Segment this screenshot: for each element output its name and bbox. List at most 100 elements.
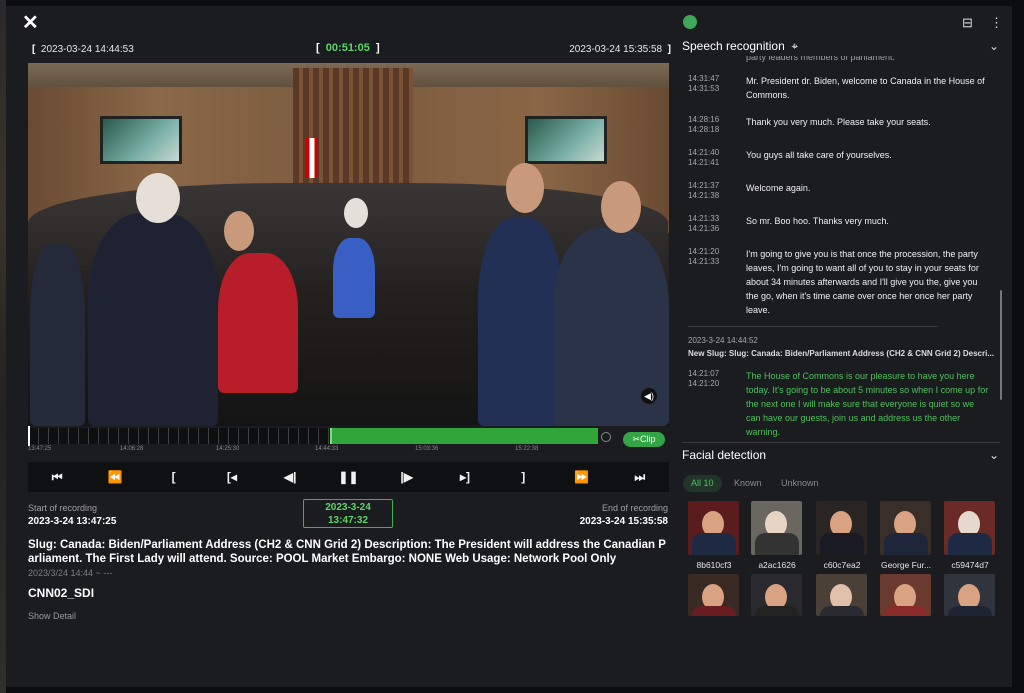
facial-detection-title[interactable]: Facial detection	[682, 448, 766, 462]
transcript-text: You guys all take care of yourselves.	[746, 150, 892, 160]
entry-end-time: 14:31:53	[688, 84, 720, 93]
person-head	[506, 163, 544, 213]
transcript-text: So mr. Boo hoo. Thanks very much.	[746, 216, 889, 226]
playhead[interactable]	[28, 426, 30, 446]
show-detail-link[interactable]: Show Detail	[28, 611, 76, 621]
pause-icon[interactable]: ❚❚	[319, 462, 377, 492]
slug-date: 2023/3/24 14:44 ~ ---	[28, 568, 113, 578]
timeline-label: 15:03:36	[415, 446, 439, 452]
start-timestamp: [ 2023-03-24 14:44:53	[32, 44, 134, 55]
transcript-text: Mr. President dr. Biden, welcome to Cana…	[746, 76, 985, 100]
face-body	[948, 606, 992, 616]
face-body	[948, 533, 992, 555]
entry-end-time: 14:21:38	[688, 191, 720, 200]
filter-known[interactable]: Known	[726, 475, 770, 492]
section-divider	[682, 442, 1000, 443]
face-label: a2ac1626	[758, 560, 796, 570]
face-thumbnail[interactable]	[944, 501, 995, 555]
entry-end-time: 14:21:41	[688, 158, 720, 167]
face-label: George Fur...	[880, 560, 932, 570]
entry-start-time: 14:31:47	[688, 74, 720, 83]
slug-change-text: New Slug: Slug: Canada: Biden/Parliament…	[688, 349, 994, 358]
current-date: 2023-3-24	[325, 502, 371, 513]
face-body	[884, 533, 928, 555]
zoom-icon[interactable]	[601, 432, 611, 442]
entry-start-time: 14:21:33	[688, 214, 720, 223]
end-recording-value: 2023-3-24 15:35:58	[579, 516, 668, 527]
playback-controls: ⏮ ⏪ [ [◂ ◀| ❚❚ |▶ ▸] ] ⏩ ⏭	[28, 462, 669, 492]
end-recording-label: End of recording	[601, 503, 668, 513]
filter-unknown[interactable]: Unknown	[773, 475, 827, 492]
speech-recognition-title[interactable]: Speech recognition ⌖	[682, 39, 798, 54]
scene-monitor	[525, 116, 607, 164]
person-head	[601, 181, 641, 233]
speech-scrollbar[interactable]	[1000, 290, 1002, 400]
face-body	[692, 606, 736, 616]
face-body	[755, 533, 799, 555]
person	[478, 218, 563, 426]
transcript-text: party leaders members of parliament.	[746, 56, 896, 62]
entry-start-time: 14:21:40	[688, 148, 720, 157]
skip-to-start-icon[interactable]: ⏮	[28, 462, 86, 492]
speech-transcript[interactable]: party leaders members of parliament. 14:…	[682, 56, 1000, 438]
slug-description: Slug: Canada: Biden/Parliament Address (…	[28, 539, 666, 565]
chevron-down-icon[interactable]: ⌄	[989, 39, 999, 53]
fast-forward-icon[interactable]: ⏩	[552, 462, 610, 492]
slug-timestamp: 2023-3-24 14:44:52	[688, 336, 758, 345]
entry-start-time: 14:28:16	[688, 115, 720, 124]
skip-to-end-icon[interactable]: ⏭	[611, 462, 669, 492]
scene-flag	[306, 138, 318, 178]
face-label: c60c7ea2	[823, 560, 861, 570]
step-back-icon[interactable]: ◀|	[261, 462, 319, 492]
face-body	[755, 606, 799, 616]
current-time-box[interactable]: 2023-3-24 13:47:32	[303, 499, 393, 528]
face-thumbnail[interactable]	[751, 574, 802, 616]
face-thumbnail[interactable]	[816, 501, 867, 555]
layout-icon[interactable]: ⊟	[962, 15, 973, 31]
face-thumbnail[interactable]	[880, 574, 931, 616]
chevron-down-icon[interactable]: ⌄	[989, 448, 999, 462]
person-head	[224, 211, 254, 251]
face-thumbnail[interactable]	[688, 574, 739, 616]
app-logo-icon	[683, 15, 697, 29]
person-head	[136, 173, 180, 223]
start-recording-value: 2023-3-24 13:47:25	[28, 516, 117, 527]
entry-start-time: 14:21:07	[688, 369, 720, 378]
elapsed-time: [ 00:51:05 ]	[316, 42, 380, 54]
scene-monitor	[100, 116, 182, 164]
go-to-out-icon[interactable]: ▸]	[436, 462, 494, 492]
step-forward-icon[interactable]: |▶	[378, 462, 436, 492]
timeline[interactable]	[28, 426, 598, 446]
close-icon[interactable]: ✕	[22, 13, 40, 33]
face-thumbnail[interactable]	[880, 501, 931, 555]
mark-in-icon[interactable]: [	[145, 462, 203, 492]
video-frame[interactable]: ◀)	[28, 63, 669, 426]
entry-divider	[688, 326, 938, 327]
speaker-icon[interactable]: ◀)	[641, 388, 657, 404]
face-body	[692, 533, 736, 555]
timeline-label: 15:22:38	[515, 446, 539, 452]
face-thumbnail[interactable]	[944, 574, 995, 616]
face-thumbnail[interactable]	[816, 574, 867, 616]
mark-out-icon[interactable]: ]	[494, 462, 552, 492]
entry-end-time: 14:21:36	[688, 224, 720, 233]
transcript-text: Thank you very much. Please take your se…	[746, 117, 931, 127]
clip-button[interactable]: ✂Clip	[623, 432, 665, 447]
timeline-selection[interactable]	[330, 428, 598, 444]
entry-end-time: 14:28:18	[688, 125, 720, 134]
timeline-label: 14:06:28	[120, 446, 144, 452]
face-label: 8b610cf3	[696, 560, 732, 570]
face-thumbnail[interactable]	[751, 501, 802, 555]
filter-all[interactable]: All 10	[683, 475, 722, 492]
face-thumbnail[interactable]	[688, 501, 739, 555]
more-menu-icon[interactable]: ⋮	[990, 15, 1003, 31]
source-name: CNN02_SDI	[28, 586, 95, 600]
go-to-in-icon[interactable]: [◂	[203, 462, 261, 492]
entry-start-time: 14:21:20	[688, 247, 720, 256]
target-icon[interactable]: ⌖	[791, 39, 798, 53]
person	[88, 213, 218, 426]
rewind-icon[interactable]: ⏪	[86, 462, 144, 492]
face-body	[884, 606, 928, 616]
person	[30, 243, 85, 426]
timeline-label: 13:47:25	[28, 446, 52, 452]
